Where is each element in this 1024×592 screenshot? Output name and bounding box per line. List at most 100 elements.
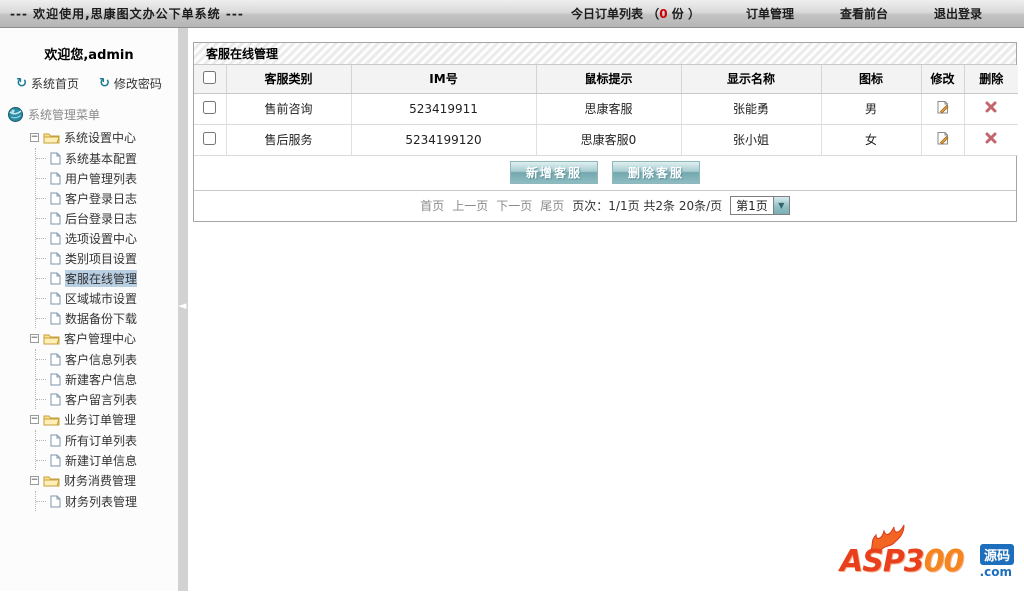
system-title: --- 欢迎使用,思康图文办公下单系统 --- (10, 7, 244, 21)
page-last-link[interactable]: 尾页 (540, 197, 564, 214)
row-checkbox[interactable] (203, 131, 217, 145)
table-header-row: 客服类别 IM号 鼠标提示 显示名称 图标 修改 删除 (194, 65, 1018, 94)
cell-tooltip: 思康客服 (536, 93, 682, 125)
nav-logout[interactable]: 退出登录 (934, 5, 982, 22)
action-buttons: 新增客服 删除客服 (194, 156, 1016, 191)
main-content: 客服在线管理 客服类别 IM号 鼠标提示 显示名称 图标 修改 删除 售前咨询 … (188, 28, 1024, 591)
link-system-home[interactable]: ↻ 系统首页 (16, 75, 79, 92)
delete-service-button[interactable]: 删除客服 (612, 161, 700, 184)
service-table: 客服类别 IM号 鼠标提示 显示名称 图标 修改 删除 售前咨询 5234199… (194, 65, 1018, 156)
sidebar-folder-customer-management[interactable]: − 客户管理中心 (30, 328, 178, 349)
page-prev-link[interactable]: 上一页 (452, 197, 488, 214)
row-checkbox[interactable] (203, 100, 217, 114)
cell-tooltip: 思康客服0 (536, 124, 682, 156)
sidebar-item-all-orders[interactable]: 所有订单列表 (36, 430, 178, 450)
document-icon (50, 252, 61, 265)
folder-icon (43, 414, 60, 426)
document-icon (50, 353, 61, 366)
sidebar-item-category-settings[interactable]: 类别项目设置 (36, 248, 178, 268)
col-delete: 删除 (964, 65, 1018, 94)
sidebar-item-new-order[interactable]: 新建订单信息 (36, 450, 178, 470)
delete-icon[interactable] (985, 132, 997, 144)
folder-icon (43, 475, 60, 487)
page-info: 页次：1/1页 共2条 20条/页 (572, 199, 723, 213)
link-change-password[interactable]: ↻ 修改密码 (99, 75, 162, 92)
document-icon (50, 152, 61, 165)
menu-root: 系统管理菜单 (0, 104, 178, 127)
collapse-icon[interactable]: − (30, 476, 39, 485)
document-icon (50, 212, 61, 225)
sidebar-item-online-service[interactable]: 客服在线管理 (36, 268, 178, 288)
document-icon (50, 312, 61, 325)
collapse-icon[interactable]: − (30, 415, 39, 424)
sidebar-item-admin-login-log[interactable]: 后台登录日志 (36, 208, 178, 228)
sidebar-splitter[interactable]: ◄ (178, 28, 188, 591)
document-icon (50, 434, 61, 447)
sidebar-item-customer-messages[interactable]: 客户留言列表 (36, 389, 178, 409)
top-bar: --- 欢迎使用,思康图文办公下单系统 --- 今日订单列表 （0 份 ） 订单… (0, 0, 1024, 28)
menu-title: 系统管理菜单 (28, 108, 101, 122)
sidebar-folder-finance-management[interactable]: − 财务消费管理 (30, 470, 178, 491)
col-im: IM号 (351, 65, 537, 94)
sidebar-folder-order-management[interactable]: − 业务订单管理 (30, 409, 178, 430)
arrow-icon: ↻ (16, 76, 27, 91)
document-icon (50, 454, 61, 467)
sidebar-folder-system-settings[interactable]: − 系统设置中心 (30, 127, 178, 148)
logo-brand: ASP300 (840, 544, 964, 579)
collapse-icon[interactable]: − (30, 334, 39, 343)
edit-icon[interactable] (936, 131, 950, 146)
col-display-name: 显示名称 (681, 65, 822, 94)
sidebar-item-finance-list[interactable]: 财务列表管理 (36, 491, 178, 511)
nav-view-frontend[interactable]: 查看前台 (840, 5, 888, 22)
col-tooltip: 鼠标提示 (536, 65, 682, 94)
today-orders[interactable]: 今日订单列表 （0 份 ） (571, 5, 700, 22)
cell-category: 售后服务 (226, 124, 352, 156)
welcome-text: 欢迎您,admin (44, 48, 134, 63)
cell-im: 523419911 (351, 93, 537, 125)
chevron-down-icon: ▼ (772, 197, 789, 214)
sidebar-item-region-settings[interactable]: 区域城市设置 (36, 288, 178, 308)
collapse-sidebar-icon[interactable]: ◄ (178, 300, 186, 311)
cell-im: 5234199120 (351, 124, 537, 156)
select-all-checkbox[interactable] (203, 70, 217, 84)
page-first-link[interactable]: 首页 (420, 197, 444, 214)
logo-tag: 源码 (979, 544, 1014, 565)
sidebar-item-new-customer[interactable]: 新建客户信息 (36, 369, 178, 389)
cell-display-name: 张能勇 (681, 93, 822, 125)
add-service-button[interactable]: 新增客服 (510, 161, 598, 184)
service-management-panel: 客服在线管理 客服类别 IM号 鼠标提示 显示名称 图标 修改 删除 售前咨询 … (193, 42, 1018, 222)
col-category: 客服类别 (226, 65, 352, 94)
document-icon (50, 232, 61, 245)
sidebar-item-user-list[interactable]: 用户管理列表 (36, 168, 178, 188)
page-next-link[interactable]: 下一页 (496, 197, 532, 214)
document-icon (50, 172, 61, 185)
edit-icon[interactable] (936, 100, 950, 115)
cell-icon: 女 (821, 124, 922, 156)
col-icon: 图标 (821, 65, 922, 94)
col-edit: 修改 (921, 65, 965, 94)
document-icon (50, 495, 61, 508)
document-icon (50, 292, 61, 305)
table-row: 售前咨询 523419911 思康客服 张能勇 男 (194, 93, 1018, 125)
sidebar-item-customer-login-log[interactable]: 客户登录日志 (36, 188, 178, 208)
sidebar-item-customer-info-list[interactable]: 客户信息列表 (36, 349, 178, 369)
cell-category: 售前咨询 (226, 93, 352, 125)
navigation-tree: − 系统设置中心 系统基本配置 用户管理列表 客户登录日志 后台登录日志 选项设… (0, 127, 178, 511)
sidebar-item-option-settings[interactable]: 选项设置中心 (36, 228, 178, 248)
arrow-icon: ↻ (99, 76, 110, 91)
sidebar-item-basic-config[interactable]: 系统基本配置 (36, 148, 178, 168)
sidebar-item-data-backup[interactable]: 数据备份下载 (36, 308, 178, 328)
nav-order-management[interactable]: 订单管理 (746, 5, 794, 22)
document-icon (50, 272, 61, 285)
pagination: 首页 上一页 下一页 尾页 页次：1/1页 共2条 20条/页 第1页 ▼ (194, 190, 1016, 221)
document-icon (50, 393, 61, 406)
page-select[interactable]: 第1页 ▼ (730, 196, 790, 215)
collapse-icon[interactable]: − (30, 133, 39, 142)
globe-icon (8, 107, 23, 122)
logo-com: .com (979, 565, 1012, 579)
document-icon (50, 373, 61, 386)
delete-icon[interactable] (985, 101, 997, 113)
folder-icon (43, 132, 60, 144)
cell-icon: 男 (821, 93, 922, 125)
cell-display-name: 张小姐 (681, 124, 822, 156)
